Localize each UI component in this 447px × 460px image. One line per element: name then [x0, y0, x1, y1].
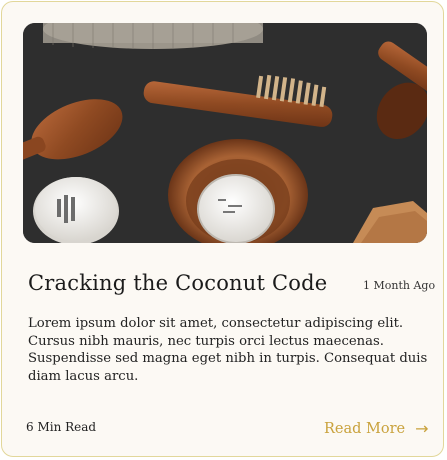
blog-post-card[interactable]: Cracking the Coconut Code 1 Month Ago Lo…	[1, 1, 444, 457]
post-title[interactable]: Cracking the Coconut Code	[28, 271, 327, 295]
read-more-link[interactable]: Read More →	[324, 419, 429, 438]
post-cover-image	[23, 23, 427, 243]
arrow-right-icon: →	[415, 419, 429, 438]
post-excerpt: Lorem ipsum dolor sit amet, consectetur …	[28, 316, 428, 384]
read-more-label: Read More	[324, 421, 406, 437]
post-published-time: 1 Month Ago	[363, 279, 436, 292]
read-time-label: 6 Min Read	[26, 420, 97, 434]
